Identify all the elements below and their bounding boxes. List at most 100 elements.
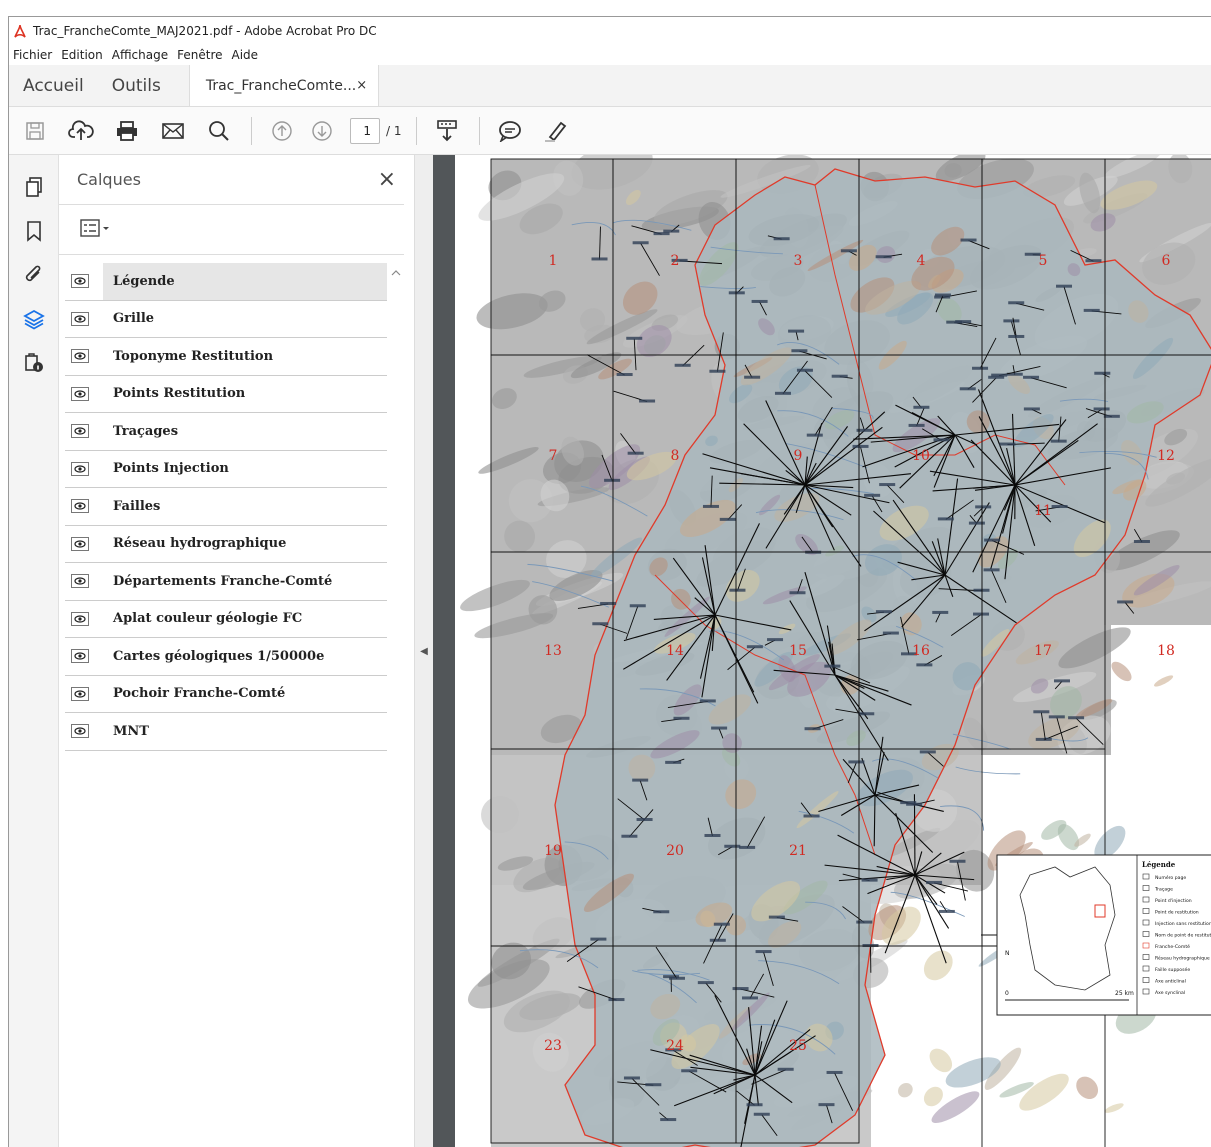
restitution-label-mark <box>879 483 896 487</box>
left-navigation-rail <box>9 155 59 1147</box>
restitution-label-mark <box>789 591 806 595</box>
restitution-label-mark <box>590 937 607 941</box>
layer-row[interactable]: Aplat couleur géologie FC <box>65 601 387 638</box>
tab-document[interactable]: Trac_FrancheComte... × <box>188 65 379 106</box>
restitution-label-mark <box>629 604 646 608</box>
pages-icon[interactable] <box>18 171 50 203</box>
restitution-label-mark <box>852 444 869 448</box>
restitution-label-mark <box>724 844 741 848</box>
layer-row[interactable]: Toponyme Restitution <box>65 338 387 376</box>
layer-row[interactable]: Légende <box>65 263 387 301</box>
grid-page-number: 14 <box>666 643 684 659</box>
menu-aide[interactable]: Aide <box>232 48 259 62</box>
visibility-eye-icon[interactable] <box>71 686 89 701</box>
restitution-label-mark <box>973 588 990 592</box>
close-tab-icon[interactable]: × <box>356 78 367 93</box>
layer-row[interactable]: Points Injection <box>65 451 387 488</box>
tab-tools[interactable]: Outils <box>98 65 175 106</box>
restitution-label-mark <box>955 320 972 324</box>
workspace: Calques × Légende Grille Toponyme Restitut… <box>9 155 1211 1147</box>
visibility-eye-icon[interactable] <box>71 424 89 439</box>
layers-panel-header: Calques × <box>59 155 404 205</box>
restitution-label-mark <box>1048 715 1065 719</box>
print-icon[interactable] <box>109 113 145 149</box>
layer-row[interactable]: Cartes géologiques 1/50000e <box>65 638 387 676</box>
layer-row[interactable]: Pochoir Franche-Comté <box>65 676 387 713</box>
restitution-label-mark <box>916 663 933 667</box>
restitution-label-mark <box>604 478 621 482</box>
restitution-label-mark <box>591 257 608 261</box>
upload-icon[interactable] <box>63 113 99 149</box>
restitution-label-mark <box>1103 414 1120 418</box>
document-view: 1 2 3 4 5 6 7 8 9 10 11 12 13 14 15 16 17 18 19 20 21 23 24 25 L… <box>433 155 1211 1147</box>
page-up-icon[interactable] <box>264 113 300 149</box>
layers-list: Légende Grille Toponyme Restitution Points … <box>65 263 387 751</box>
restitution-label-mark <box>709 369 726 373</box>
restitution-label-mark <box>831 374 848 378</box>
legend-item: Numéro page <box>1155 874 1186 881</box>
visibility-eye-icon[interactable] <box>71 724 89 739</box>
grid-page-number: 20 <box>666 843 684 859</box>
layer-row[interactable]: Départements Franche-Comté <box>65 563 387 601</box>
restitution-label-mark <box>968 521 985 525</box>
download-icon[interactable] <box>429 113 465 149</box>
options-menu-icon[interactable] <box>79 218 113 242</box>
menu-edition[interactable]: Edition <box>61 48 103 62</box>
layer-name: Points Restitution <box>113 386 246 402</box>
visibility-eye-icon[interactable] <box>71 574 89 589</box>
restitution-label-mark <box>1083 308 1100 312</box>
toolbar-separator <box>478 116 480 145</box>
save-icon[interactable] <box>17 113 53 149</box>
comment-icon[interactable] <box>492 113 528 149</box>
collapse-arrow-icon: ◀ <box>420 645 428 657</box>
page-down-icon[interactable] <box>304 113 340 149</box>
search-icon[interactable] <box>201 113 237 149</box>
layer-row[interactable]: Failles <box>65 488 387 526</box>
legend-item: Faille supposée <box>1155 966 1190 973</box>
grid-page-number: 4 <box>917 253 926 269</box>
layer-row[interactable]: Grille <box>65 301 387 338</box>
close-panel-icon[interactable]: × <box>378 167 396 192</box>
visibility-eye-icon[interactable] <box>71 386 89 401</box>
menu-fenetre[interactable]: Fenêtre <box>177 48 222 62</box>
pdf-page: 1 2 3 4 5 6 7 8 9 10 11 12 13 14 15 16 17 18 19 20 21 23 24 25 L… <box>455 155 1211 1147</box>
layer-row[interactable]: Points Restitution <box>65 376 387 413</box>
layer-row[interactable]: MNT <box>65 713 387 751</box>
visibility-eye-icon[interactable] <box>71 499 89 514</box>
menu-bar: Fichier Edition Affichage Fenêtre Aide <box>9 45 1211 65</box>
restitution-label-mark <box>1051 505 1068 509</box>
layers-icon[interactable] <box>18 303 50 335</box>
menu-affichage[interactable]: Affichage <box>112 48 168 62</box>
bookmark-icon[interactable] <box>18 215 50 247</box>
visibility-eye-icon[interactable] <box>71 649 89 664</box>
security-lock-icon[interactable] <box>18 347 50 379</box>
acrobat-pdf-icon <box>13 23 27 39</box>
attachment-icon[interactable] <box>18 259 50 291</box>
visibility-eye-icon[interactable] <box>71 274 89 289</box>
layer-row[interactable]: Réseau hydrographique <box>65 526 387 563</box>
panel-collapse-handle[interactable]: ◀ <box>415 155 433 1147</box>
restitution-label-mark <box>1050 439 1067 443</box>
grid-page-number: 3 <box>794 253 803 269</box>
restitution-label-mark <box>768 915 785 919</box>
restitution-label-mark <box>959 387 976 391</box>
highlight-pen-icon[interactable] <box>538 113 574 149</box>
layer-name: Failles <box>113 498 161 514</box>
menu-fichier[interactable]: Fichier <box>13 48 52 62</box>
restitution-label-mark <box>882 631 899 635</box>
restitution-label-mark <box>1056 284 1073 288</box>
layers-scrollbar[interactable] <box>389 263 403 1123</box>
visibility-eye-icon[interactable] <box>71 611 89 626</box>
restitution-label-mark <box>702 504 719 508</box>
visibility-eye-icon[interactable] <box>71 461 89 476</box>
restitution-label-mark <box>818 1103 835 1107</box>
restitution-label-mark <box>621 834 638 838</box>
visibility-eye-icon[interactable] <box>71 311 89 326</box>
visibility-eye-icon[interactable] <box>71 536 89 551</box>
visibility-eye-icon[interactable] <box>71 349 89 364</box>
email-icon[interactable] <box>155 113 191 149</box>
tab-home[interactable]: Accueil <box>9 65 98 106</box>
page-number-input[interactable]: 1 <box>350 117 380 144</box>
layer-row[interactable]: Traçages <box>65 413 387 451</box>
document-tab-label: Trac_FrancheComte... <box>205 77 357 94</box>
